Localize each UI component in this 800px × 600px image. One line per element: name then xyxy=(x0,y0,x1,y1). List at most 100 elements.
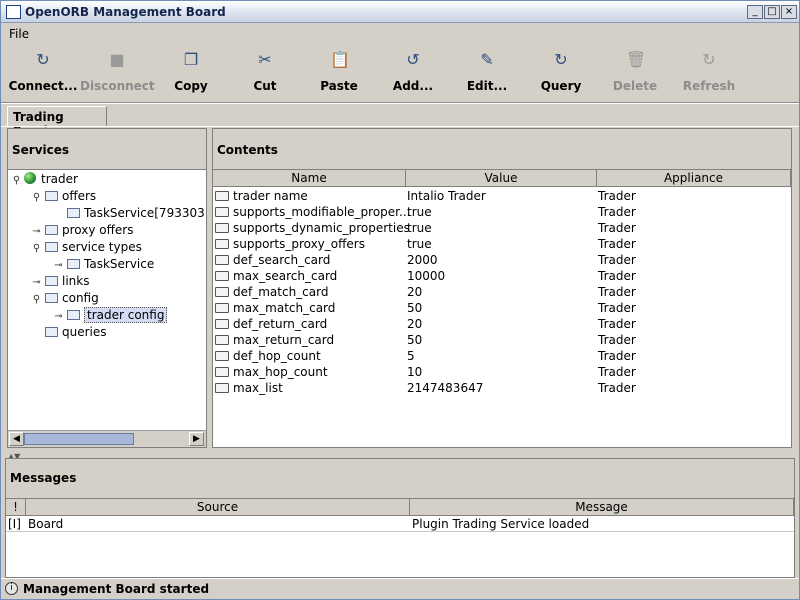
column-header-value[interactable]: Value xyxy=(406,170,597,187)
delete-button[interactable]: 🗑 Delete xyxy=(598,44,672,102)
column-header-flag[interactable]: ! xyxy=(6,499,26,516)
content-row[interactable]: def_match_card 20 Trader xyxy=(213,284,791,300)
connect-icon: ↻ xyxy=(36,50,50,69)
tree-node-queries[interactable]: queries xyxy=(32,324,107,341)
content-row[interactable]: max_match_card 50 Trader xyxy=(213,300,791,316)
content-row[interactable]: max_search_card 10000 Trader xyxy=(213,268,791,284)
expand-toggle-icon[interactable]: ⚲ xyxy=(32,291,41,308)
tree-node-trader[interactable]: ⚲ trader xyxy=(12,171,78,188)
disconnect-button[interactable]: ■ Disconnect xyxy=(80,44,155,102)
property-name: supports_dynamic_properties xyxy=(233,221,410,235)
connect-button[interactable]: ↻ Connect... xyxy=(6,44,80,102)
connect-label: Connect... xyxy=(8,79,78,93)
edit-button[interactable]: ✎ Edit... xyxy=(450,44,524,102)
app-icon xyxy=(6,5,21,19)
property-name: def_match_card xyxy=(233,285,329,299)
globe-icon xyxy=(24,172,36,184)
minimize-button[interactable]: _ xyxy=(747,5,763,19)
services-horizontal-scrollbar[interactable]: ◀ ▶ xyxy=(8,430,206,447)
edit-label: Edit... xyxy=(466,79,508,93)
services-panel: Services ⚲ trader ⚲ offers TaskService[793… xyxy=(7,128,207,448)
property-icon xyxy=(215,271,229,281)
content-row[interactable]: supports_dynamic_properties true Trader xyxy=(213,220,791,236)
cell-appliance: Trader xyxy=(598,269,636,283)
content-row[interactable]: trader name Intalio Trader Trader xyxy=(213,188,791,204)
message-text: Plugin Trading Service loaded xyxy=(412,517,590,531)
scroll-right-icon[interactable]: ▶ xyxy=(189,432,204,446)
content-row[interactable]: def_return_card 20 Trader xyxy=(213,316,791,332)
property-icon xyxy=(215,367,229,377)
collapse-toggle-icon[interactable]: ⊸ xyxy=(54,308,63,325)
expand-toggle-icon[interactable]: ⚲ xyxy=(32,189,41,206)
tab-trading-service[interactable]: Trading Service xyxy=(7,106,107,138)
cell-name: max_return_card xyxy=(215,332,334,348)
menu-file[interactable]: File xyxy=(9,27,29,41)
title-bar[interactable]: OpenORB Management Board _ □ × xyxy=(1,1,799,23)
cell-name: max_match_card xyxy=(215,300,335,316)
close-button[interactable]: × xyxy=(781,5,797,19)
cell-name: trader name xyxy=(215,188,308,204)
property-name: def_search_card xyxy=(233,253,331,267)
tree-label: proxy offers xyxy=(62,223,134,237)
tree-node-offers[interactable]: ⚲ offers xyxy=(32,188,96,205)
property-icon xyxy=(215,255,229,265)
cut-button[interactable]: ✂ Cut xyxy=(228,44,302,102)
content-row[interactable]: supports_proxy_offers true Trader xyxy=(213,236,791,252)
scroll-left-icon[interactable]: ◀ xyxy=(9,432,24,446)
tree-node-taskservice-offer[interactable]: TaskService[793303 xyxy=(54,205,205,222)
property-name: trader name xyxy=(233,189,308,203)
property-icon xyxy=(215,335,229,345)
messages-title: Messages xyxy=(10,471,77,485)
property-icon xyxy=(215,239,229,249)
tree-label: offers xyxy=(62,189,97,203)
content-row[interactable]: max_return_card 50 Trader xyxy=(213,332,791,348)
paste-button[interactable]: 📋 Paste xyxy=(302,44,376,102)
cut-label: Cut xyxy=(253,79,277,93)
tree-node-links[interactable]: ⊸ links xyxy=(32,273,89,290)
column-header-message[interactable]: Message xyxy=(410,499,794,516)
cell-appliance: Trader xyxy=(598,317,636,331)
messages-panel: Messages ! Source Message [I] Board Plug… xyxy=(5,458,795,578)
tree-node-taskservice[interactable]: ⊸ TaskService xyxy=(54,256,154,273)
folder-icon xyxy=(67,310,80,320)
tree-node-service-types[interactable]: ⚲ service types xyxy=(32,239,142,256)
content-row[interactable]: def_hop_count 5 Trader xyxy=(213,348,791,364)
collapse-toggle-icon[interactable]: ⊸ xyxy=(54,257,63,274)
content-row[interactable]: def_search_card 2000 Trader xyxy=(213,252,791,268)
expand-toggle-icon[interactable]: ⚲ xyxy=(32,240,41,257)
content-row[interactable]: max_list 2147483647 Trader xyxy=(213,380,791,396)
property-icon xyxy=(215,303,229,313)
tree-node-proxy-offers[interactable]: ⊸ proxy offers xyxy=(32,222,133,239)
scroll-thumb[interactable] xyxy=(24,433,134,445)
cell-value: 2147483647 xyxy=(407,381,484,395)
column-header-source[interactable]: Source xyxy=(26,499,410,516)
disconnect-label: Disconnect xyxy=(80,79,155,93)
tree-node-config[interactable]: ⚲ config xyxy=(32,290,99,307)
folder-icon xyxy=(67,259,80,269)
cell-name: def_hop_count xyxy=(215,348,321,364)
maximize-button[interactable]: □ xyxy=(764,5,780,19)
property-name: def_return_card xyxy=(233,317,328,331)
tree-node-trader-config[interactable]: ⊸ trader config xyxy=(54,307,168,325)
delete-label: Delete xyxy=(612,79,658,93)
message-flag: [I] xyxy=(8,517,21,531)
cell-appliance: Trader xyxy=(598,349,636,363)
collapse-toggle-icon[interactable]: ⊸ xyxy=(32,274,41,291)
folder-icon xyxy=(45,242,58,252)
column-header-appliance[interactable]: Appliance xyxy=(597,170,791,187)
tree-label: config xyxy=(62,291,99,305)
copy-button[interactable]: ❐ Copy xyxy=(154,44,228,102)
add-button[interactable]: ↺ Add... xyxy=(376,44,450,102)
column-header-name[interactable]: Name xyxy=(213,170,406,187)
content-row[interactable]: supports_modifiable_proper... true Trader xyxy=(213,204,791,220)
cell-name: max_hop_count xyxy=(215,364,328,380)
tree-label: TaskService[793303 xyxy=(84,206,205,220)
refresh-button[interactable]: ↻ Refresh xyxy=(672,44,746,102)
expand-toggle-icon[interactable]: ⚲ xyxy=(12,172,21,189)
property-name: max_list xyxy=(233,381,283,395)
message-row[interactable]: [I] Board Plugin Trading Service loaded xyxy=(6,516,794,532)
collapse-toggle-icon[interactable]: ⊸ xyxy=(32,223,41,240)
content-row[interactable]: max_hop_count 10 Trader xyxy=(213,364,791,380)
tree-label-selected: trader config xyxy=(84,307,168,323)
query-button[interactable]: ↻ Query xyxy=(524,44,598,102)
